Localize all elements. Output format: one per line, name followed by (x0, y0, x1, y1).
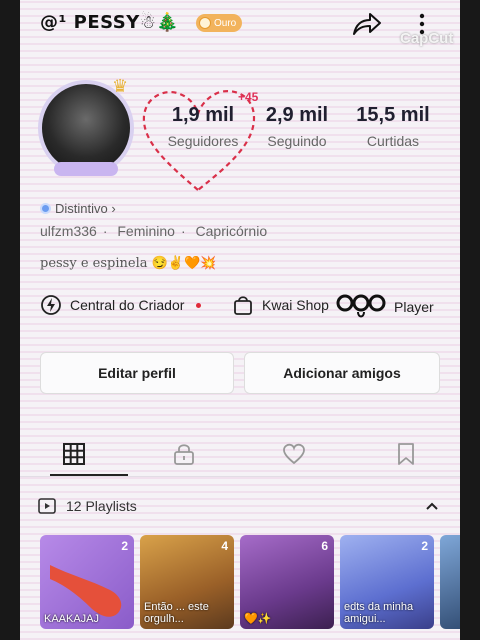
distintivo-label: Distintivo › (55, 201, 116, 216)
followers-label: Seguidores (167, 133, 239, 149)
followers-count: 1,9 mil (171, 104, 235, 126)
bio-text: pessy e espinela 😏✌️🧡💥 (40, 256, 217, 271)
likes-count: 15,5 mil (356, 104, 430, 126)
shortcuts-row: Central do Criador Kwai Shop Player (20, 290, 460, 322)
playlist-count: 2 (421, 539, 428, 553)
share-icon[interactable] (350, 10, 382, 38)
playlist-caption: 🧡✨ (244, 613, 272, 625)
distintivo-icon (40, 203, 51, 214)
kwai-shop-link[interactable]: Kwai Shop (232, 294, 329, 316)
playlist-caption: KAAKAJAJ (44, 613, 100, 625)
watermark: CapCut (400, 30, 454, 47)
left-edge (0, 0, 20, 640)
kwai-shop-label: Kwai Shop (262, 297, 329, 313)
player-label: Player (394, 299, 434, 315)
playlist-thumbnails: 2 KAAKAJAJ 4 Então ... este orgulh... 6 … (40, 535, 460, 629)
grid-tab-icon[interactable] (62, 442, 86, 466)
playlist-count: 2 (121, 539, 128, 553)
playlist-icon (38, 498, 56, 514)
likes-label: Curtidas (366, 133, 420, 149)
avatar-frame-strip (54, 162, 118, 176)
playlist-item[interactable]: 6 🧡✨ (240, 535, 334, 629)
add-friends-button[interactable]: Adicionar amigos (244, 352, 440, 394)
avatar[interactable]: ♛ (36, 76, 136, 178)
top-bar: @¹ PESSY☃🎄 Ouro CapCut (20, 8, 460, 47)
level-badge[interactable]: Ouro (196, 14, 243, 32)
playlist-count: 6 (321, 539, 328, 553)
edit-profile-button[interactable]: Editar perfil (40, 352, 234, 394)
stat-following[interactable]: 2,9 mil Seguindo (252, 104, 342, 149)
playlist-caption: edts da minha amigui... (344, 601, 414, 625)
crown-icon: ♛ (112, 76, 129, 96)
player-icon (336, 294, 386, 318)
shopping-bag-icon (234, 296, 252, 315)
playlist-caption: Então ... este orgulh... (144, 601, 209, 625)
bookmark-tab-icon[interactable] (394, 442, 418, 466)
notification-dot (196, 302, 202, 308)
playlist-item[interactable]: 2 KAAKAJAJ (40, 535, 134, 629)
player-link[interactable]: Player (336, 294, 434, 320)
heart-badge: +45 (238, 90, 259, 104)
creator-center-label: Central do Criador (70, 297, 185, 313)
heart-tab-icon[interactable] (282, 442, 306, 466)
badge-label: Ouro (214, 17, 237, 29)
playlist-item-partial[interactable] (440, 535, 460, 629)
following-count: 2,9 mil (265, 104, 329, 126)
creator-center-link[interactable]: Central do Criador (40, 294, 202, 316)
stat-followers[interactable]: 1,9 mil Seguidores (158, 104, 248, 149)
user-gender: Feminino (117, 223, 175, 239)
user-handle: ulfzm336 (40, 223, 97, 239)
playlists-header[interactable]: 12 Playlists (20, 492, 460, 520)
lock-tab-icon[interactable] (172, 442, 196, 466)
chevron-up-icon[interactable] (424, 498, 440, 514)
profile-meta: ulfzm336 · Feminino · Capricórnio (40, 223, 268, 239)
user-sign: Capricórnio (195, 223, 268, 239)
following-label: Seguindo (267, 133, 327, 149)
profile-screen: @¹ PESSY☃🎄 Ouro CapCut ♛ +45 1,9 mil Seg… (20, 0, 460, 640)
tabs-divider (20, 476, 460, 477)
distintivo-link[interactable]: Distintivo › (40, 201, 116, 216)
content-tabs (20, 434, 460, 477)
playlist-item[interactable]: 2 edts da minha amigui... (340, 535, 434, 629)
playlist-item[interactable]: 4 Então ... este orgulh... (140, 535, 234, 629)
playlist-count: 4 (221, 539, 228, 553)
username: @¹ PESSY☃🎄 (40, 12, 180, 33)
playlists-label: 12 Playlists (66, 498, 137, 514)
stat-likes[interactable]: 15,5 mil Curtidas (348, 104, 438, 149)
lightning-icon (41, 295, 61, 315)
coin-icon (199, 17, 211, 29)
right-edge (460, 0, 480, 640)
